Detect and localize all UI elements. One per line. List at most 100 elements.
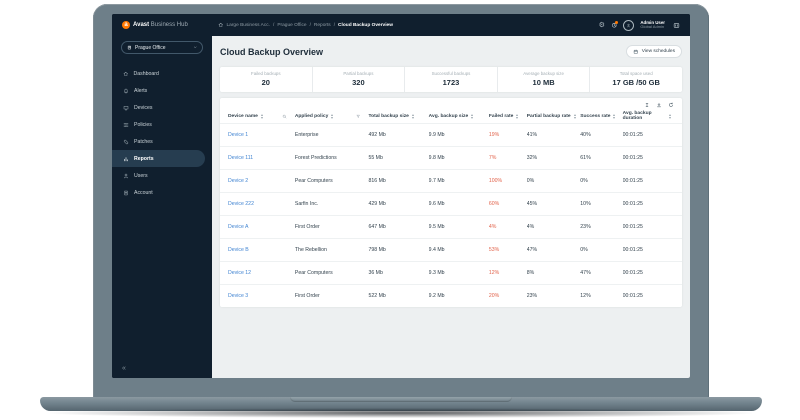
sort-icon[interactable] [261,114,263,119]
cell-avg: 9.5 Mb [429,224,489,230]
device-link[interactable]: Device 1 [228,132,295,138]
sort-icon[interactable] [516,114,518,119]
cell-success: 23% [580,224,622,230]
cell-success: 12% [580,293,622,299]
sidebar-item-dashboard[interactable]: Dashboard [112,65,205,82]
apps-icon[interactable] [673,22,680,29]
cell-avg: 9.9 Mb [429,132,489,138]
breadcrumb-item[interactable]: Reports [314,23,331,28]
column-label: Applied policy [295,114,328,119]
breadcrumb-item[interactable]: Large Business Acc. [227,23,270,28]
screen-body: Prague Office Dashboard Alerts Devices Poli… [112,36,690,378]
view-schedules-button[interactable]: View schedules [626,45,682,58]
stat-label: Successful backups [405,71,497,76]
patch-icon [123,139,129,145]
column-header-success-rate[interactable]: Success rate [580,114,622,119]
sidebar-item-reports[interactable]: Reports [112,150,205,167]
cell-policy: Pear Computers [295,270,369,276]
sort-icon[interactable] [613,114,615,119]
column-width-icon[interactable] [644,102,650,108]
org-selector[interactable]: Prague Office [121,41,203,54]
sidebar-item-devices[interactable]: Devices [112,99,205,116]
cell-avg: 9.7 Mb [429,178,489,184]
column-header-partial-backup-rate[interactable]: Partial backup rate [527,114,581,119]
column-header-total-backup-size[interactable]: Total backup size [368,114,428,119]
search-icon[interactable] [282,114,287,119]
column-header-device-name[interactable]: Device name [228,114,295,119]
usage-pie-icon[interactable] [611,22,618,29]
table-row: Device 222Sarfin Inc.429 Mb9.6 Mb60%45%1… [220,192,682,215]
stat-label: Average backup size [498,71,590,76]
sort-icon[interactable] [412,114,414,119]
cell-success: 47% [580,270,622,276]
table-row: Device 12Pear Computers36 Mb9.3 Mb12%8%4… [220,261,682,284]
cell-total: 492 Mb [368,132,428,138]
user-block[interactable]: Admin User Global Admin [640,20,665,30]
bell-icon [123,88,129,94]
gear-icon[interactable]: ⚙ [599,22,605,29]
sidebar-item-patches[interactable]: Patches [112,133,205,150]
device-link[interactable]: Device 2 [228,178,295,184]
column-header-applied-policy[interactable]: Applied policy [295,114,369,119]
sidebar-item-account[interactable]: Account [112,184,205,201]
device-link[interactable]: Device 222 [228,201,295,207]
laptop-notch [290,397,512,402]
sidebar-item-policies[interactable]: Policies [112,116,205,133]
cell-avg: 9.8 Mb [429,155,489,161]
notification-dot [615,21,618,24]
stat-value: 17 GB /50 GB [590,78,682,87]
sidebar-item-alerts[interactable]: Alerts [112,82,205,99]
stat-value: 10 MB [498,78,590,87]
refresh-icon[interactable] [668,102,674,108]
cell-duration: 00:01:25 [623,293,674,299]
table-row: Device AFirst Order647 Mb9.5 Mb4%4%23%00… [220,215,682,238]
sidebar-item-label: Reports [134,156,154,162]
main-header: Cloud Backup Overview View schedules [220,45,682,58]
table-header-row: Device nameApplied policy Total backup si… [220,109,682,123]
filter-icon[interactable] [356,114,361,119]
column-header-failed-rate[interactable]: Failed rate [489,114,527,119]
cell-policy: Pear Computers [295,178,369,184]
user-role: Global Admin [640,25,665,30]
home-icon[interactable] [218,22,224,28]
cell-failed: 12% [489,270,527,276]
column-header-avg-backup-size[interactable]: Avg. backup size [429,114,489,119]
device-link[interactable]: Device 3 [228,293,295,299]
stat-value: 20 [220,78,312,87]
avatar-icon[interactable] [623,20,634,31]
cell-total: 36 Mb [368,270,428,276]
sidebar-item-label: Devices [134,105,152,111]
breadcrumb-separator: / [310,23,311,28]
breadcrumb-item[interactable]: Cloud Backup Overview [338,23,393,28]
sort-icon[interactable] [574,114,576,119]
sliders-icon [123,122,129,128]
cell-policy: Forest Predictions [295,155,369,161]
device-link[interactable]: Device 111 [228,155,295,161]
stat-total-space-used: Total space used17 GB /50 GB [589,67,682,92]
cell-failed: 100% [489,178,527,184]
cell-failed: 53% [489,247,527,253]
sort-icon[interactable] [471,114,473,119]
cell-total: 798 Mb [368,247,428,253]
sidebar-item-users[interactable]: Users [112,167,205,184]
download-icon[interactable] [656,102,662,108]
column-header-avg-backup-duration[interactable]: Avg. backup duration [623,111,674,121]
device-link[interactable]: Device 12 [228,270,295,276]
sidebar-item-label: Account [134,190,153,196]
cell-avg: 9.3 Mb [429,270,489,276]
cell-success: 10% [580,201,622,207]
sort-icon[interactable] [331,114,333,119]
main-content: Cloud Backup Overview View schedules Fai… [212,36,690,378]
sort-icon[interactable] [669,114,671,119]
monitor-icon [123,105,129,111]
breadcrumb-item[interactable]: Prague Office [277,23,306,28]
device-link[interactable]: Device A [228,224,295,230]
device-link[interactable]: Device B [228,247,295,253]
column-label: Avg. backup duration [623,111,666,121]
table-row: Device 2Pear Computers816 Mb9.7 Mb100%0%… [220,169,682,192]
cell-total: 647 Mb [368,224,428,230]
collapse-sidebar-button[interactable]: « [122,365,126,372]
sidebar-item-label: Alerts [134,88,147,94]
cell-duration: 00:01:25 [623,270,674,276]
cell-avg: 9.2 Mb [429,293,489,299]
